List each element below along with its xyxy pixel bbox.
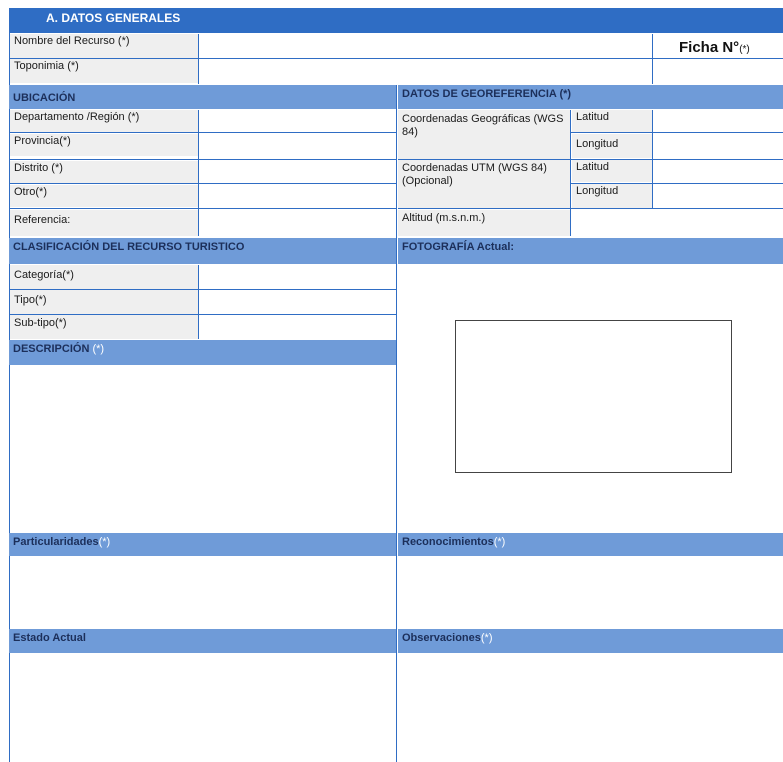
photo-frame[interactable] <box>455 320 732 473</box>
altitud-label: Altitud (m.s.n.m.) <box>398 210 570 236</box>
geo-latitud-label: Latitud <box>572 110 652 132</box>
geo-longitud-field[interactable] <box>654 134 783 158</box>
distrito-label: Distrito (*) <box>10 161 198 183</box>
divider <box>398 208 783 209</box>
center-divider <box>396 85 397 762</box>
departamento-label: Departamento /Región (*) <box>10 110 198 132</box>
nombre-recurso-label: Nombre del Recurso (*) <box>10 34 198 58</box>
descripcion-header: DESCRIPCIÓN (*) <box>9 340 396 365</box>
utm-longitud-field[interactable] <box>654 184 783 208</box>
ficha-number-field[interactable] <box>654 58 783 84</box>
departamento-field[interactable] <box>200 110 396 132</box>
nombre-recurso-field[interactable] <box>200 34 652 58</box>
provincia-field[interactable] <box>200 134 396 156</box>
distrito-field[interactable] <box>200 161 396 183</box>
georeferencia-header: DATOS DE GEOREFERENCIA (*) <box>398 85 783 109</box>
utm-latitud-field[interactable] <box>654 160 783 182</box>
categoria-label: Categoría(*) <box>10 265 198 289</box>
divider <box>570 132 783 133</box>
divider <box>570 183 783 184</box>
observaciones-header: Observaciones(*) <box>398 629 783 653</box>
section-title: A. DATOS GENERALES <box>46 11 181 25</box>
toponimia-label: Toponimia (*) <box>10 59 198 83</box>
divider <box>398 159 783 160</box>
tipo-field[interactable] <box>200 290 396 314</box>
categoria-field[interactable] <box>200 265 396 289</box>
subtipo-label: Sub-tipo(*) <box>10 315 198 339</box>
divider <box>570 110 571 236</box>
clasificacion-header: CLASIFICACIÓN DEL RECURSO TURISTICO <box>9 238 396 264</box>
divider <box>198 34 199 84</box>
observaciones-field[interactable] <box>399 654 783 762</box>
provincia-label: Provincia(*) <box>10 134 198 156</box>
ubicacion-header: UBICACIÓN <box>9 85 396 109</box>
otro-label: Otro(*) <box>10 185 198 207</box>
altitud-field[interactable] <box>572 210 783 236</box>
divider <box>9 159 396 160</box>
particularidades-field[interactable] <box>11 557 395 627</box>
subtipo-field[interactable] <box>200 315 396 339</box>
estado-actual-field[interactable] <box>11 654 395 762</box>
descripcion-field[interactable] <box>11 366 395 531</box>
divider <box>9 183 396 184</box>
reconocimientos-field[interactable] <box>399 557 783 627</box>
particularidades-header: Particularidades(*) <box>9 533 396 556</box>
reconocimientos-header: Reconocimientos(*) <box>398 533 783 556</box>
coordenadas-utm-label: Coordenadas UTM (WGS 84) (Opcional) <box>398 160 570 208</box>
divider <box>9 314 396 315</box>
divider <box>652 34 653 84</box>
geo-latitud-field[interactable] <box>654 110 783 132</box>
otro-field[interactable] <box>200 185 396 207</box>
utm-longitud-label: Longitud <box>572 184 652 208</box>
estado-actual-header: Estado Actual <box>9 629 396 653</box>
geo-longitud-label: Longitud <box>572 134 652 158</box>
tipo-label: Tipo(*) <box>10 290 198 314</box>
divider <box>9 132 396 133</box>
utm-latitud-label: Latitud <box>572 160 652 182</box>
divider <box>9 208 396 209</box>
referencia-field[interactable] <box>200 210 396 236</box>
ficha-number-label: Ficha N°(*) <box>679 39 750 56</box>
coordenadas-geograficas-label: Coordenadas Geográficas (WGS 84) <box>398 110 570 160</box>
fotografia-header: FOTOGRAFÍA Actual: <box>398 238 783 264</box>
toponimia-field[interactable] <box>200 59 652 83</box>
divider <box>9 289 396 290</box>
divider <box>198 265 199 339</box>
divider <box>198 110 199 236</box>
referencia-label: Referencia: <box>10 210 198 236</box>
